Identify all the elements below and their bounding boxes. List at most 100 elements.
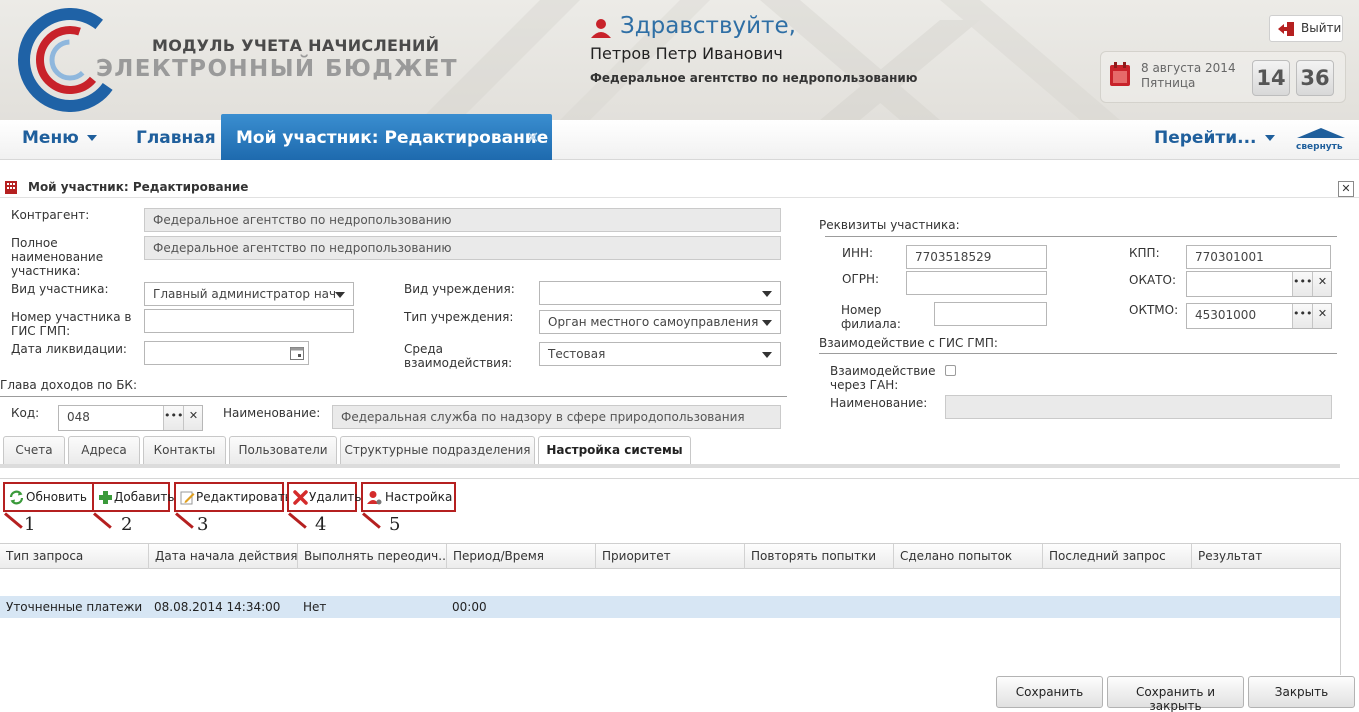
current-weekday: Пятница — [1141, 76, 1196, 90]
table-row[interactable]: Уточненные платежи 08.08.2014 14:34:00 Н… — [0, 596, 1340, 618]
app-window: МОДУЛЬ УЧЕТА НАЧИСЛЕНИЙ ЭЛЕКТРОННЫЙ БЮДЖ… — [0, 0, 1359, 712]
institution-kind-select[interactable]: Орган местного самоуправления — [539, 310, 781, 334]
collapse-button[interactable]: свернуть — [1296, 128, 1346, 156]
gis-number-input[interactable] — [144, 309, 354, 333]
branch-input[interactable] — [934, 302, 1047, 326]
organization-name: Федеральное агентство по недропользовани… — [590, 71, 918, 85]
goto-dropdown[interactable]: Перейти... — [1154, 128, 1275, 148]
code-field[interactable]: 048 ••• ✕ — [58, 405, 203, 431]
inn-input[interactable]: 7703518529 — [906, 245, 1047, 269]
annotation-pointer — [4, 512, 23, 529]
clear-button[interactable]: ✕ — [183, 406, 202, 430]
ellipsis-button[interactable]: ••• — [1292, 272, 1312, 296]
edit-label: Редактировать — [196, 490, 292, 504]
nav-home[interactable]: Главная — [136, 128, 216, 148]
delete-icon — [293, 490, 308, 505]
delete-button[interactable]: Удалить — [287, 482, 362, 512]
oktmo-field[interactable]: 45301000 ••• ✕ — [1186, 303, 1332, 329]
institution-kind-label: Тип учреждения: — [404, 310, 514, 324]
environment-select[interactable]: Тестовая — [539, 342, 781, 366]
column-header[interactable]: Период/Время — [447, 544, 596, 569]
tab-addresses[interactable]: Адреса — [68, 436, 140, 465]
tab-accounts[interactable]: Счета — [3, 436, 65, 465]
column-header[interactable]: Сделано попыток — [894, 544, 1043, 569]
collapse-label: свернуть — [1296, 142, 1343, 152]
column-header[interactable]: Тип запроса — [0, 544, 149, 569]
clear-button[interactable]: ✕ — [1312, 304, 1331, 328]
dropdown-arrow-icon — [762, 352, 772, 358]
section-divider — [825, 236, 1337, 237]
branch-label: Номер филиала: — [841, 303, 901, 331]
main-navigation: Меню Главная Мой участник: Редактировани… — [0, 114, 1359, 160]
grid-border — [1340, 543, 1341, 675]
name-value: Федеральная служба по надзору в сфере пр… — [341, 410, 745, 424]
tab-system-settings[interactable]: Настройка системы — [538, 436, 691, 466]
tab-participant-edit[interactable]: Мой участник: Редактирование ✕ — [221, 114, 552, 160]
column-header[interactable]: Приоритет — [596, 544, 745, 569]
gan-name-field[interactable] — [945, 395, 1332, 419]
gan-label-line2: через ГАН: — [830, 378, 899, 392]
oktmo-value: 45301000 — [1195, 308, 1257, 322]
column-header[interactable]: Дата начала действия — [149, 544, 298, 569]
ellipsis-button[interactable]: ••• — [163, 406, 183, 430]
clear-button[interactable]: ✕ — [1312, 272, 1331, 296]
user-settings-icon — [367, 491, 382, 505]
save-button[interactable]: Сохранить — [996, 676, 1103, 708]
delete-label: Удалить — [309, 490, 362, 504]
tab-users[interactable]: Пользователи — [229, 436, 337, 465]
panel-header: Мой участник: Редактирование ✕ — [0, 176, 1359, 198]
full-name-field[interactable]: Федеральное агентство по недропользовани… — [144, 236, 781, 260]
add-button[interactable]: Добавить — [92, 482, 174, 512]
user-name: Петров Петр Иванович — [590, 44, 783, 63]
kpp-input[interactable]: 770301001 — [1186, 245, 1331, 269]
calendar-picker-icon[interactable] — [290, 346, 304, 360]
chevron-down-icon — [1264, 135, 1275, 141]
edit-icon — [180, 491, 195, 505]
environment-label: Среда взаимодействия: — [404, 342, 512, 370]
tab-structural-units[interactable]: Структурные подразделения — [340, 436, 535, 465]
full-name-label-line2: наименование — [11, 250, 104, 264]
table-cell: Нет — [303, 600, 327, 614]
institution-type-select[interactable] — [539, 281, 781, 305]
gan-label-line1: Взаимодействие — [830, 364, 936, 378]
panel-close-button[interactable]: ✕ — [1338, 181, 1354, 197]
annotation-pointer — [288, 512, 307, 529]
ogrn-input[interactable] — [906, 271, 1047, 295]
gan-checkbox[interactable] — [945, 365, 956, 376]
add-label: Добавить — [114, 490, 175, 504]
okato-field[interactable]: ••• ✕ — [1186, 271, 1332, 297]
close-button[interactable]: Закрыть — [1248, 676, 1355, 708]
contractor-field[interactable]: Федеральное агентство по недропользовани… — [144, 208, 781, 232]
save-and-close-button[interactable]: Сохранить и закрыть — [1107, 676, 1244, 712]
participant-type-select[interactable]: Главный администратор нач — [144, 282, 354, 306]
clock-hours: 14 — [1252, 60, 1290, 96]
logout-button[interactable]: Выйти — [1269, 15, 1343, 42]
tab-contacts[interactable]: Контакты — [143, 436, 226, 465]
ellipsis-button[interactable]: ••• — [1292, 304, 1312, 328]
settings-button[interactable]: Настройка — [361, 482, 456, 512]
participant-type-value: Главный администратор нач — [153, 287, 337, 301]
column-header[interactable]: Выполнять переодич... — [298, 544, 447, 569]
branch-label-line2: филиала: — [841, 317, 901, 331]
close-icon[interactable]: ✕ — [526, 128, 539, 147]
dropdown-arrow-icon — [335, 292, 345, 298]
column-header[interactable]: Повторять попытки — [745, 544, 894, 569]
institution-type-label: Вид учреждения: — [404, 282, 515, 296]
logo-title-line1: МОДУЛЬ УЧЕТА НАЧИСЛЕНИЙ — [152, 36, 440, 55]
annotation-pointer — [362, 512, 381, 529]
column-header[interactable]: Последний запрос — [1043, 544, 1192, 569]
full-name-label-line1: Полное — [11, 236, 58, 250]
liquidation-date-input[interactable] — [144, 341, 309, 365]
chevron-down-icon — [86, 135, 97, 141]
menu-dropdown[interactable]: Меню — [22, 128, 97, 148]
name-field[interactable]: Федеральная служба по надзору в сфере пр… — [332, 405, 781, 429]
logout-label: Выйти — [1301, 21, 1342, 35]
full-name-label-line3: участника: — [11, 264, 81, 278]
annotation-number-4: 4 — [315, 514, 327, 535]
menu-label: Меню — [22, 128, 79, 148]
column-header[interactable]: Результат — [1192, 544, 1340, 569]
annotation-number-5: 5 — [389, 514, 401, 535]
edit-button[interactable]: Редактировать — [174, 482, 292, 512]
refresh-label: Обновить — [26, 490, 87, 504]
tab-bar: Счета Адреса Контакты Пользователи Струк… — [0, 436, 1340, 466]
